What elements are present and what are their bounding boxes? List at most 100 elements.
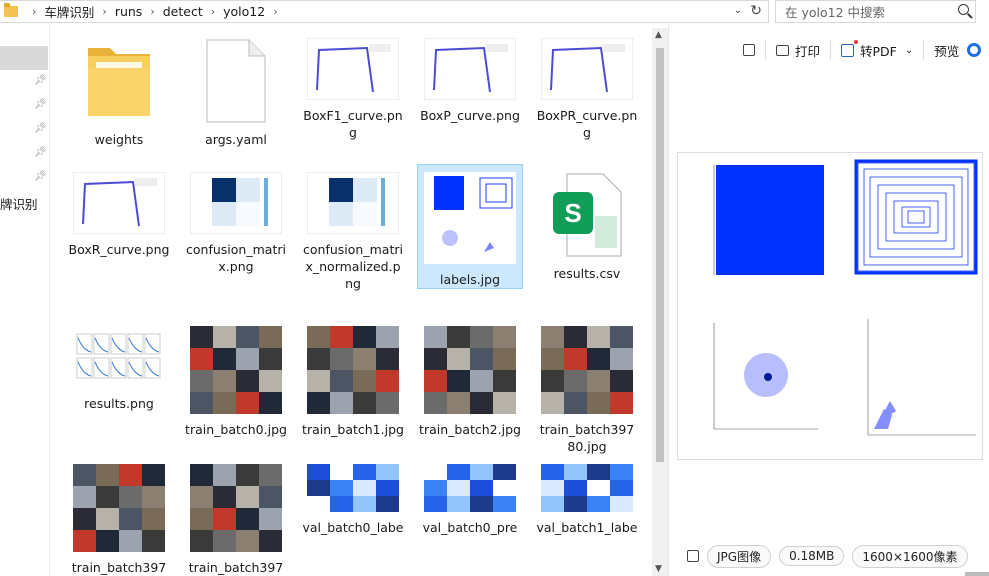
scroll-up-icon[interactable]: ▲	[655, 30, 662, 40]
file-item[interactable]: labels.jpg	[417, 164, 523, 289]
scrollbar-thumb[interactable]	[656, 48, 664, 462]
file-thumbnail	[300, 464, 406, 515]
address-bar[interactable]: › 车牌识别 › runs › detect › yolo12 › ⌄ ↻	[0, 0, 769, 23]
file-item[interactable]: BoxF1_curve.png	[300, 37, 406, 141]
scroll-down-icon[interactable]: ▼	[655, 564, 662, 574]
image-thumbnail	[424, 326, 516, 414]
preview-pane: 打印 转PDF ⌄ 预览 JPG图像 0.18MB 1600×1600像素	[668, 24, 989, 576]
file-thumbnail	[183, 326, 289, 417]
file-thumbnail	[66, 171, 172, 237]
divider	[923, 40, 925, 60]
results-thumbnail	[76, 333, 161, 379]
preview-label: 预览	[934, 43, 960, 59]
print-button[interactable]: 打印	[776, 41, 820, 60]
vertical-scrollbar[interactable]: ▲ ▼	[652, 28, 668, 576]
search-input[interactable]: 在 yolo12 中搜索	[785, 2, 885, 21]
labels-plot-image	[713, 159, 978, 436]
chevron-right-icon: ›	[210, 5, 216, 18]
file-thumbnail	[300, 37, 406, 103]
chevron-right-icon[interactable]: ›	[273, 5, 277, 18]
search-box[interactable]: 在 yolo12 中搜索	[775, 0, 976, 23]
file-item[interactable]: confusion_matrix.png	[183, 171, 289, 275]
panel-icon[interactable]	[743, 44, 755, 56]
breadcrumb: › 车牌识别 › runs › detect › yolo12 ›	[24, 2, 286, 21]
divider	[765, 40, 766, 60]
labels-thumbnail	[424, 172, 516, 264]
file-thumbnail	[66, 464, 172, 555]
printer-icon	[776, 44, 789, 56]
file-item[interactable]: train_batch3978	[66, 464, 172, 576]
preview-button[interactable]: 预览	[934, 41, 982, 60]
image-thumbnail	[307, 464, 399, 512]
file-thumbnail	[417, 37, 523, 103]
chevron-down-icon[interactable]: ⌄	[734, 5, 742, 16]
horizontal-scrollbar[interactable]	[965, 572, 989, 576]
file-thumbnail	[534, 37, 640, 103]
file-thumbnail	[534, 464, 640, 515]
file-item[interactable]: train_batch0.jpg	[183, 326, 289, 438]
file-thumbnail	[66, 38, 172, 127]
nav-item-label[interactable]: 牌识别	[0, 194, 38, 213]
chevron-right-icon: ›	[150, 5, 155, 18]
curve-thumbnail	[423, 37, 517, 101]
file-name: train_batch2.jpg	[419, 422, 521, 437]
file-item[interactable]: train_batch3978	[183, 464, 289, 576]
matrix-thumbnail	[306, 171, 400, 235]
breadcrumb-item[interactable]: 车牌识别	[44, 2, 94, 21]
image-thumbnail	[190, 464, 282, 552]
nav-selected-item[interactable]	[0, 46, 48, 70]
file-item[interactable]: BoxPR_curve.png	[534, 37, 640, 141]
refresh-icon[interactable]: ↻	[750, 3, 762, 19]
file-item[interactable]: train_batch1.jpg	[300, 326, 406, 438]
breadcrumb-item[interactable]: detect	[163, 4, 203, 19]
file-item[interactable]: train_batch2.jpg	[417, 326, 523, 438]
convert-pdf-button[interactable]: 转PDF ⌄	[841, 39, 913, 60]
file-thumbnail	[418, 172, 522, 267]
search-icon[interactable]	[958, 4, 969, 15]
file-thumbnail	[183, 464, 289, 555]
file-name: results.csv	[553, 266, 621, 281]
divider	[830, 40, 832, 60]
file-item[interactable]: val_batch0_labe	[300, 464, 406, 536]
convert-pdf-label: 转PDF	[860, 43, 897, 59]
file-thumbnail	[534, 326, 640, 417]
file-name: confusion_matrix_normalized.png	[303, 242, 403, 291]
file-item[interactable]: results.png	[66, 326, 172, 412]
pin-icon[interactable]: 📌︎	[34, 148, 47, 158]
file-thumbnail	[300, 326, 406, 417]
file-item[interactable]: Sresults.csv	[534, 172, 640, 282]
file-name: train_batch1.jpg	[302, 422, 404, 437]
breadcrumb-item[interactable]: runs	[115, 4, 143, 19]
image-thumbnail	[190, 326, 282, 414]
pin-icon[interactable]: 📌︎	[34, 124, 47, 134]
file-thumbnail	[300, 171, 406, 237]
file-item[interactable]: val_batch0_pre	[417, 464, 523, 536]
details-icon[interactable]	[687, 550, 699, 562]
file-name: labels.jpg	[439, 272, 501, 287]
file-item[interactable]: BoxP_curve.png	[417, 37, 523, 124]
pin-icon[interactable]: 📌︎	[34, 76, 47, 86]
curve-thumbnail	[72, 171, 166, 235]
preview-toggle[interactable]	[967, 43, 982, 57]
image-thumbnail	[73, 464, 165, 552]
file-type-badge: JPG图像	[707, 544, 772, 568]
file-name: val_batch1_labe	[536, 520, 638, 535]
file-item[interactable]: BoxR_curve.png	[66, 171, 172, 258]
file-name: train_batch39780.jpg	[539, 422, 635, 454]
image-thumbnail	[541, 464, 633, 512]
file-item[interactable]: weights	[66, 38, 172, 148]
file-item[interactable]: val_batch1_labe	[534, 464, 640, 536]
file-explorer-window: › 车牌识别 › runs › detect › yolo12 › ⌄ ↻ 在 …	[0, 0, 989, 576]
file-thumbnail: S	[534, 172, 640, 261]
file-name: confusion_matrix.png	[186, 242, 286, 274]
file-item[interactable]: args.yaml	[183, 38, 289, 148]
chevron-right-icon: ›	[102, 5, 107, 18]
file-item[interactable]: train_batch39780.jpg	[534, 326, 640, 455]
chevron-down-icon[interactable]: ⌄	[905, 45, 913, 56]
pin-icon[interactable]: 📌︎	[34, 100, 47, 110]
file-item[interactable]: confusion_matrix_normalized.png	[300, 171, 406, 292]
pin-icon[interactable]: 📌︎	[34, 172, 47, 182]
file-name: train_batch3978	[71, 560, 167, 575]
breadcrumb-item[interactable]: yolo12	[223, 4, 265, 19]
image-thumbnail	[424, 464, 516, 512]
